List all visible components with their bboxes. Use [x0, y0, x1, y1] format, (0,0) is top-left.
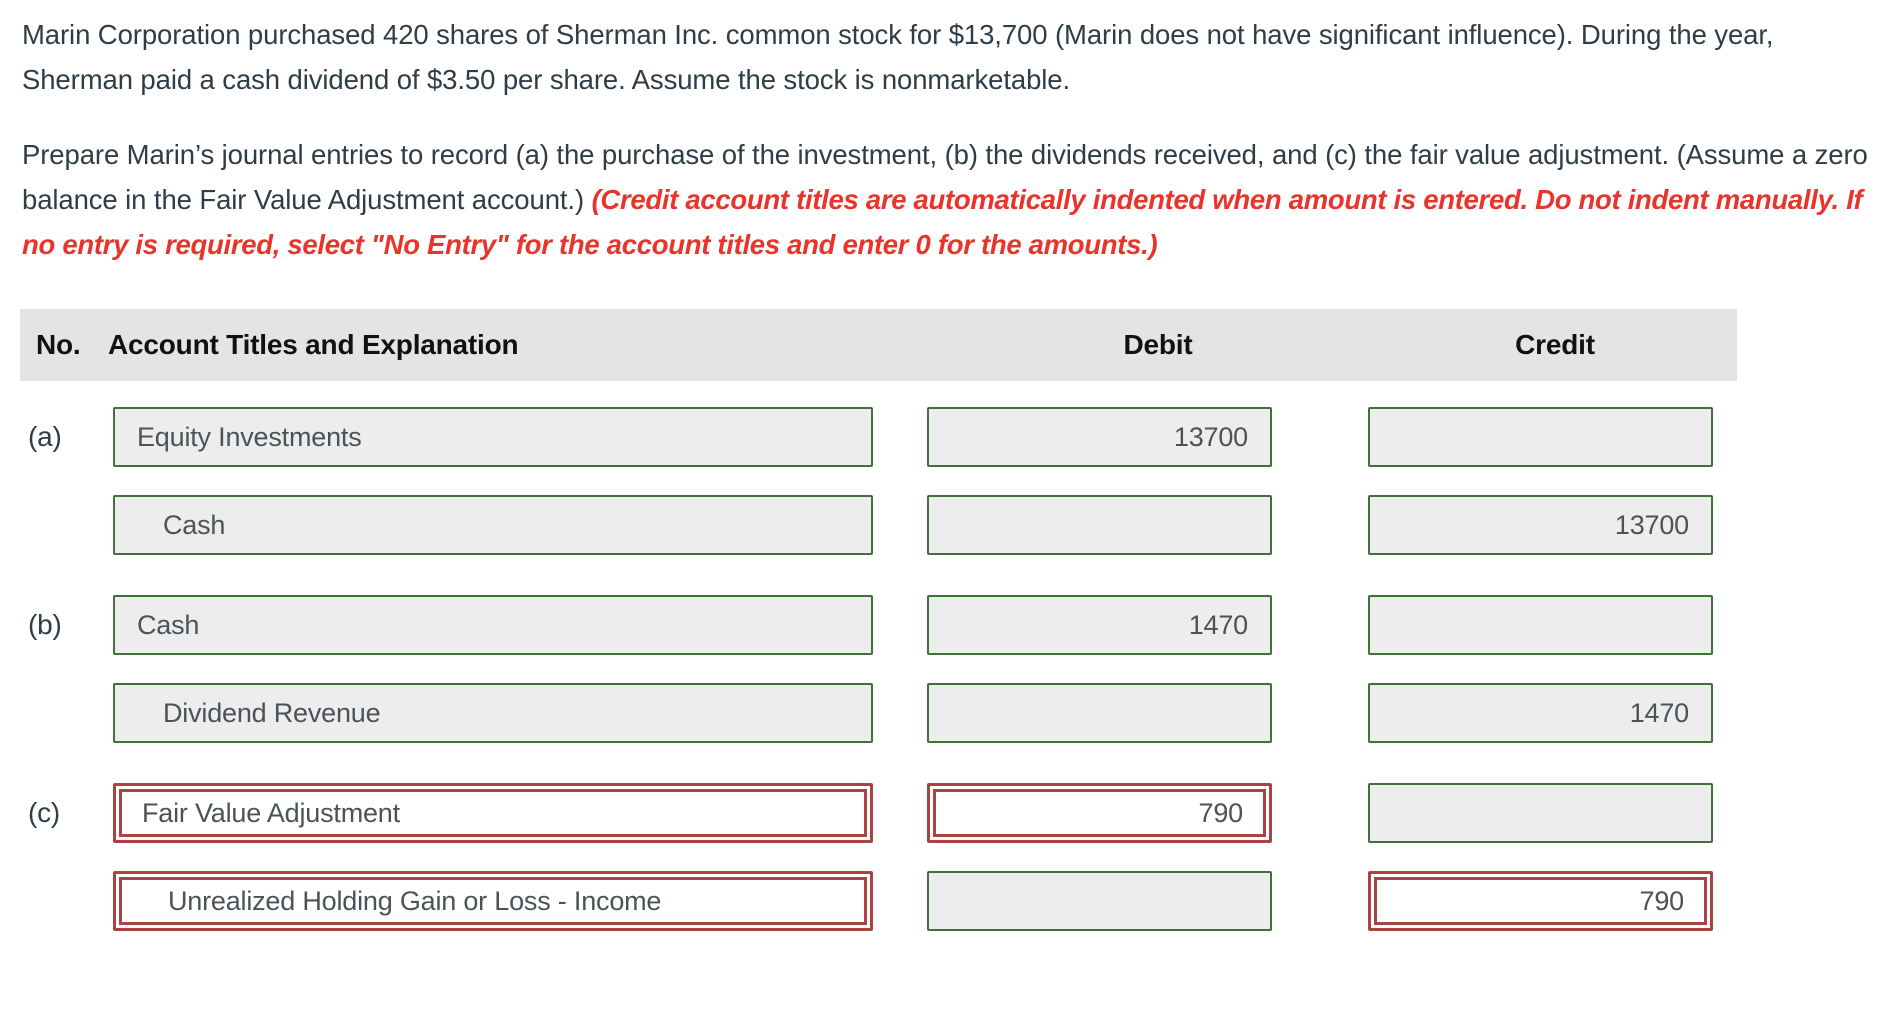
table-body: (a) Equity Investments 13700 Cash 13700 … — [0, 393, 1890, 945]
problem-paragraph-2: Prepare Marin’s journal entries to recor… — [22, 132, 1868, 267]
row-number-label: (a) — [28, 421, 62, 452]
credit-input[interactable]: 790 — [1368, 871, 1713, 931]
credit-cell — [1315, 407, 1725, 467]
account-title-input[interactable]: Cash — [113, 595, 873, 655]
account-title-input[interactable]: Equity Investments — [113, 407, 873, 467]
account-title-input[interactable]: Cash — [113, 495, 873, 555]
debit-cell: 13700 — [903, 407, 1315, 467]
column-header-credit: Credit — [1515, 329, 1595, 360]
journal-entry-table: No. Account Titles and Explanation Debit… — [0, 309, 1890, 945]
column-header-debit: Debit — [1123, 329, 1193, 360]
account-title-cell: Cash — [113, 595, 903, 655]
debit-input[interactable] — [927, 495, 1272, 555]
debit-input[interactable]: 1470 — [927, 595, 1272, 655]
debit-cell — [903, 683, 1315, 743]
account-title-cell: Cash — [113, 495, 903, 555]
debit-input[interactable] — [927, 683, 1272, 743]
column-header-no: No. — [36, 329, 81, 360]
account-title-cell: Dividend Revenue — [113, 683, 903, 743]
row-number-label: (b) — [28, 609, 62, 640]
row-number-label: (c) — [28, 797, 61, 828]
table-header-row: No. Account Titles and Explanation Debit… — [20, 309, 1737, 381]
credit-input[interactable] — [1368, 783, 1713, 843]
debit-input[interactable]: 790 — [927, 783, 1272, 843]
problem-statement: Marin Corporation purchased 420 shares o… — [0, 0, 1890, 267]
credit-input[interactable]: 1470 — [1368, 683, 1713, 743]
debit-cell — [903, 495, 1315, 555]
account-title-input[interactable]: Fair Value Adjustment — [113, 783, 873, 843]
credit-cell — [1315, 783, 1725, 843]
account-title-input[interactable]: Unrealized Holding Gain or Loss - Income — [113, 871, 873, 931]
table-row: Cash 13700 — [0, 481, 1890, 569]
debit-input[interactable]: 13700 — [927, 407, 1272, 467]
account-title-cell: Fair Value Adjustment — [113, 783, 903, 843]
journal-entry-exercise: Marin Corporation purchased 420 shares o… — [0, 0, 1890, 1018]
account-title-cell: Unrealized Holding Gain or Loss - Income — [113, 871, 903, 931]
credit-input[interactable] — [1368, 595, 1713, 655]
credit-cell — [1315, 595, 1725, 655]
table-row: (a) Equity Investments 13700 — [0, 393, 1890, 481]
debit-cell — [903, 871, 1315, 931]
credit-cell: 790 — [1315, 871, 1725, 931]
table-row: (b) Cash 1470 — [0, 581, 1890, 669]
credit-input[interactable]: 13700 — [1368, 495, 1713, 555]
column-header-account-titles: Account Titles and Explanation — [108, 329, 519, 360]
credit-cell: 1470 — [1315, 683, 1725, 743]
debit-cell: 1470 — [903, 595, 1315, 655]
account-title-input[interactable]: Dividend Revenue — [113, 683, 873, 743]
debit-input[interactable] — [927, 871, 1272, 931]
table-row: Unrealized Holding Gain or Loss - Income… — [0, 857, 1890, 945]
table-row: (c) Fair Value Adjustment 790 — [0, 769, 1890, 857]
account-title-cell: Equity Investments — [113, 407, 903, 467]
debit-cell: 790 — [903, 783, 1315, 843]
credit-input[interactable] — [1368, 407, 1713, 467]
table-row: Dividend Revenue 1470 — [0, 669, 1890, 757]
problem-paragraph-1: Marin Corporation purchased 420 shares o… — [22, 19, 1774, 95]
credit-cell: 13700 — [1315, 495, 1725, 555]
